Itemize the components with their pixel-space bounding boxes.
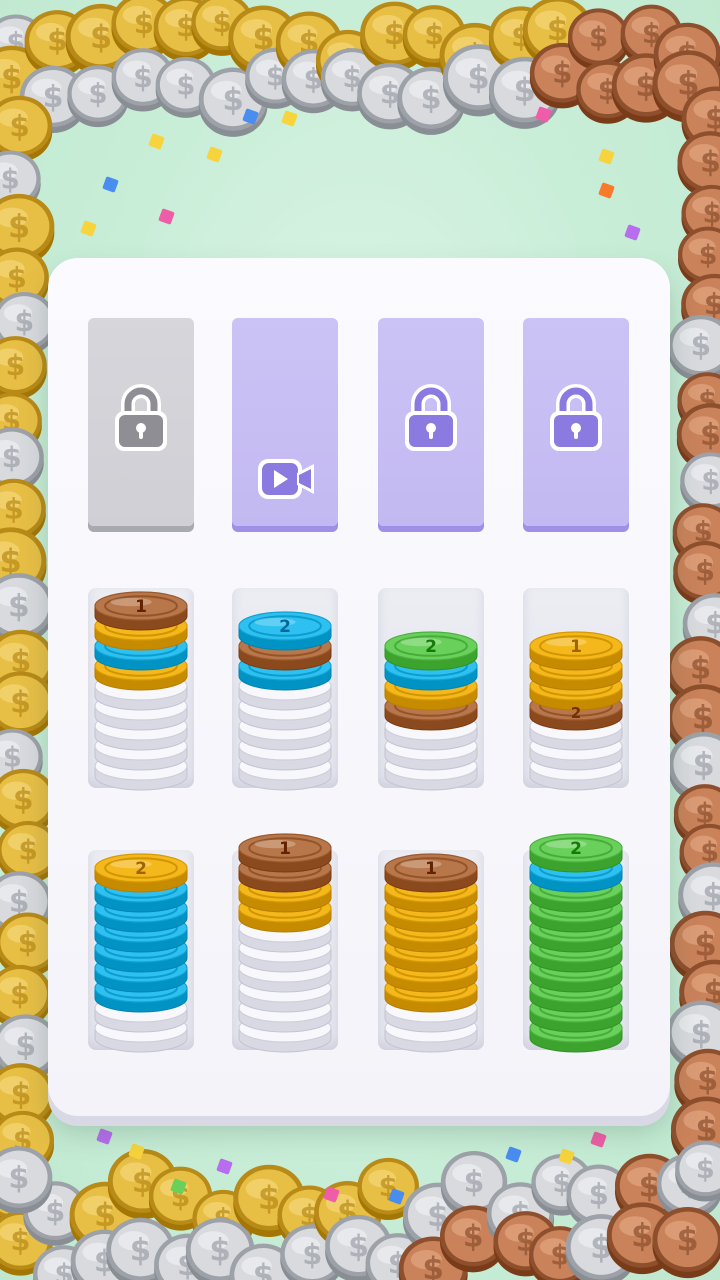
locked-slot[interactable] — [378, 318, 484, 526]
yellow-coin: 1 — [529, 631, 623, 671]
locked-slot[interactable] — [523, 318, 629, 526]
svg-text:$: $ — [692, 699, 714, 737]
svg-text:$: $ — [7, 260, 27, 294]
svg-text:$: $ — [589, 22, 608, 53]
coin-column[interactable]: 12 — [523, 588, 629, 791]
svg-text:$: $ — [694, 925, 717, 963]
svg-text:$: $ — [258, 1179, 280, 1217]
svg-text:$: $ — [2, 440, 22, 474]
coin-count-label: 1 — [279, 839, 291, 859]
svg-text:$: $ — [45, 1194, 65, 1228]
lock-icon — [547, 384, 605, 454]
lock-icon — [112, 384, 170, 454]
svg-text:$: $ — [302, 1237, 322, 1271]
svg-text:$: $ — [18, 925, 38, 959]
svg-text:$: $ — [14, 305, 34, 338]
svg-text:$: $ — [47, 24, 68, 58]
svg-text:$: $ — [690, 651, 711, 686]
svg-text:$: $ — [547, 12, 569, 48]
svg-text:$: $ — [10, 978, 30, 1011]
svg-text:$: $ — [222, 82, 244, 118]
svg-text:$: $ — [88, 78, 107, 110]
watch-ad-slot[interactable] — [232, 318, 338, 526]
green-coin: 2 — [529, 833, 623, 873]
coin-column[interactable]: 2 — [523, 833, 629, 1053]
svg-text:$: $ — [702, 878, 720, 914]
svg-text:$: $ — [1, 60, 23, 96]
svg-text:$: $ — [134, 6, 154, 40]
svg-text:$: $ — [384, 16, 406, 52]
coin-count-label: 2 — [279, 617, 291, 637]
svg-text:$: $ — [3, 742, 22, 773]
svg-text:$: $ — [9, 109, 29, 143]
yellow-coin: 2 — [94, 853, 188, 893]
coin-count-label: 2 — [570, 839, 582, 859]
svg-text:$: $ — [691, 329, 712, 363]
svg-text:$: $ — [695, 553, 715, 587]
svg-text:$: $ — [10, 686, 31, 721]
brown-coin: 1 — [384, 853, 478, 893]
svg-text:$: $ — [552, 56, 572, 90]
svg-text:$: $ — [130, 1232, 151, 1268]
svg-text:$: $ — [693, 748, 715, 784]
svg-text:$: $ — [8, 209, 30, 246]
svg-text:$: $ — [176, 70, 195, 101]
video-ad-icon — [257, 456, 315, 502]
svg-text:$: $ — [421, 82, 442, 117]
svg-text:$: $ — [696, 1154, 715, 1185]
border-coin: $ — [668, 315, 720, 382]
svg-text:$: $ — [15, 1028, 36, 1063]
svg-text:$: $ — [253, 1258, 274, 1280]
green-coin: 2 — [384, 631, 478, 671]
svg-text:$: $ — [700, 418, 720, 453]
svg-text:$: $ — [700, 144, 720, 179]
coin-column[interactable]: 1 — [378, 850, 484, 1053]
svg-text:$: $ — [467, 59, 489, 97]
coin-count-label: 2 — [425, 637, 437, 657]
svg-text:$: $ — [691, 1015, 713, 1051]
coin-count-label-hidden: 2 — [571, 704, 581, 722]
coin-column[interactable]: 2 — [232, 588, 338, 791]
svg-text:$: $ — [18, 833, 37, 866]
svg-text:$: $ — [699, 240, 718, 271]
brown-coin: 1 — [94, 591, 188, 631]
svg-text:$: $ — [13, 782, 34, 816]
svg-text:$: $ — [705, 607, 720, 641]
border-coin: $ — [652, 1207, 720, 1279]
svg-text:$: $ — [8, 588, 30, 624]
coin-column[interactable]: 1 — [88, 588, 194, 791]
svg-text:$: $ — [209, 1232, 230, 1268]
svg-text:$: $ — [133, 61, 153, 94]
coin-column[interactable]: 2 — [378, 588, 484, 791]
svg-text:$: $ — [702, 198, 720, 230]
svg-text:$: $ — [4, 492, 24, 526]
locked-slot[interactable] — [88, 318, 194, 526]
svg-text:$: $ — [464, 1165, 485, 1200]
svg-text:$: $ — [1, 164, 20, 195]
coin-column[interactable]: 1 — [232, 833, 338, 1053]
svg-text:$: $ — [8, 1161, 29, 1196]
svg-text:$: $ — [90, 18, 112, 56]
svg-text:$: $ — [463, 1219, 484, 1254]
coin-count-label: 1 — [570, 637, 582, 657]
coin-count-label: 2 — [135, 859, 147, 879]
blue-coin: 2 — [238, 611, 332, 651]
svg-text:$: $ — [677, 1223, 699, 1259]
svg-text:$: $ — [701, 465, 720, 497]
svg-text:$: $ — [380, 76, 401, 111]
coin-count-label: 1 — [135, 597, 147, 617]
svg-text:$: $ — [422, 1251, 444, 1280]
svg-text:$: $ — [589, 1178, 609, 1212]
game-board: 122122112 — [48, 258, 670, 1116]
game-scene: $ $ $ $ $ $ $ $ $ $ $ $ $ $ $ $ $ $ $ $ $ $ $ $ $ $ $ $ $ $ $ $ $ $ $ $ $ $ $ $… — [0, 0, 720, 1280]
svg-text:$: $ — [631, 1216, 653, 1254]
coin-count-label: 1 — [425, 859, 437, 879]
svg-text:$: $ — [6, 349, 26, 382]
svg-text:$: $ — [697, 1063, 718, 1098]
lock-icon — [402, 384, 460, 454]
border-coin: $ — [568, 8, 630, 71]
brown-coin: 1 — [238, 833, 332, 873]
svg-text:$: $ — [10, 1078, 31, 1113]
coin-column[interactable]: 2 — [88, 850, 194, 1053]
